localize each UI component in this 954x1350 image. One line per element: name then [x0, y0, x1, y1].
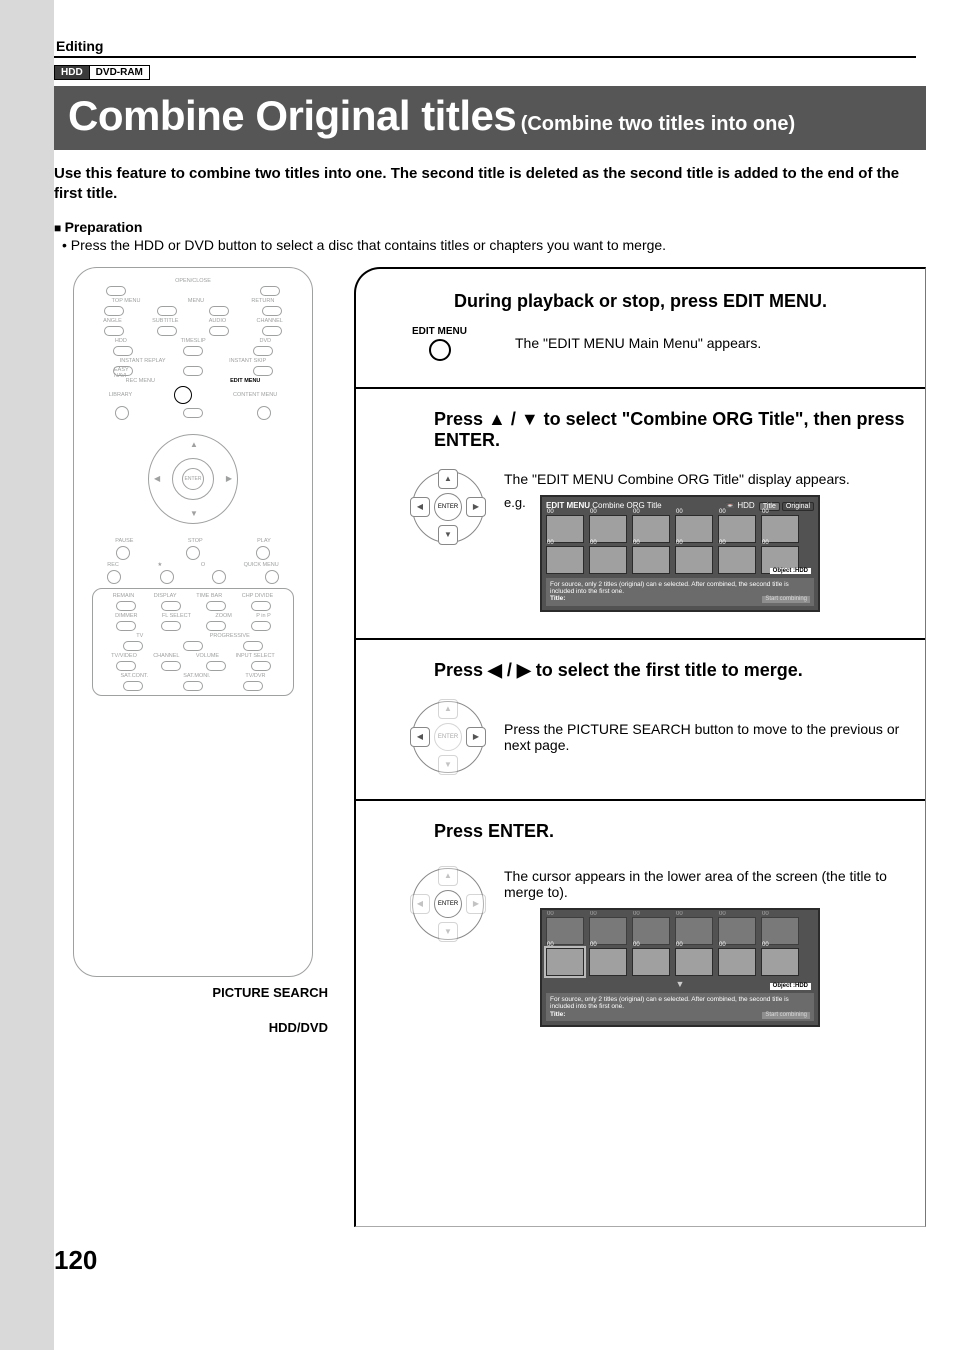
picture-search-label: PICTURE SEARCH: [54, 985, 332, 1000]
step-4-body: The cursor appears in the lower area of …: [504, 868, 907, 900]
page-title: Combine Original titles: [68, 92, 516, 139]
badge-hdd: HDD: [54, 65, 90, 80]
osd-cursor-area: ▼ Object :HDD For source, only 2 titles …: [540, 908, 820, 1027]
page-number: 120: [54, 1227, 926, 1290]
dpad-icon: ▲▼ ◀▶ ENTER: [412, 471, 484, 543]
preparation-body: Press the HDD or DVD button to select a …: [76, 237, 926, 253]
remote-column: OPEN/CLOSE TOP MENUMENURETURN ANGLESUBTI…: [54, 267, 332, 1035]
dpad-icon-3: ▲▼ ◀▶ ENTER: [412, 868, 484, 940]
step-2-body: The "EDIT MENU Combine ORG Title" displa…: [504, 471, 907, 487]
step-1-body: The "EDIT MENU Main Menu" appears.: [515, 335, 761, 351]
badge-dvd-ram: DVD-RAM: [89, 65, 150, 80]
osd-combine-org-title: EDIT MENU Combine ORG Title 📼 HDD TitleO…: [540, 495, 820, 612]
media-badges: HDDDVD-RAM: [54, 62, 926, 80]
page-subtitle: (Combine two titles into one): [521, 113, 795, 135]
hdd-dvd-label: HDD/DVD: [54, 1020, 332, 1035]
eg-label: e.g.: [504, 495, 526, 510]
edit-menu-button-label: EDIT MENU: [412, 326, 467, 337]
step-2-title: Press ▲ / ▼ to select "Combine ORG Title…: [434, 409, 907, 451]
step-1-title: During playback or stop, press EDIT MENU…: [374, 291, 907, 312]
section-label: Editing: [54, 0, 916, 58]
edit-menu-button-icon: [429, 339, 451, 361]
intro-text: Use this feature to combine two titles i…: [54, 164, 926, 205]
dpad-icon-2: ▲▼ ◀▶ ENTER: [412, 701, 484, 773]
remote-illustration: OPEN/CLOSE TOP MENUMENURETURN ANGLESUBTI…: [73, 267, 313, 977]
steps-panel: During playback or stop, press EDIT MENU…: [354, 267, 926, 1227]
preparation-heading: Preparation: [54, 219, 926, 235]
step-4-title: Press ENTER.: [434, 821, 907, 842]
step-3-body: Press the PICTURE SEARCH button to move …: [504, 721, 907, 753]
page-title-bar: Combine Original titles (Combine two tit…: [54, 86, 926, 150]
step-3-title: Press ◀ / ▶ to select the first title to…: [434, 660, 907, 681]
